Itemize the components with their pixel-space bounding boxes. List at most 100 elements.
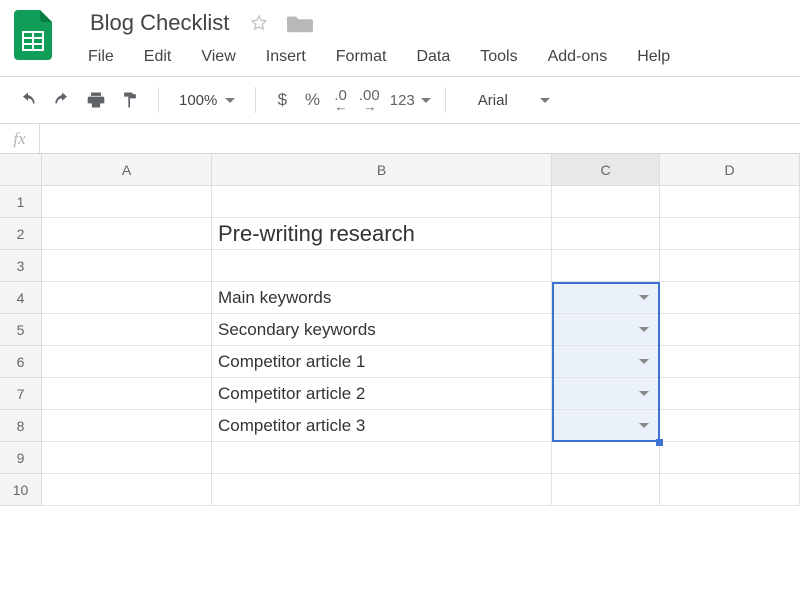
menu-edit[interactable]: Edit xyxy=(129,46,187,72)
cell-A10[interactable] xyxy=(42,474,212,506)
cell-A2[interactable] xyxy=(42,218,212,250)
menu-insert[interactable]: Insert xyxy=(251,46,321,72)
toolbar-separator xyxy=(445,87,446,113)
chevron-down-icon xyxy=(639,327,649,332)
column-header-C[interactable]: C xyxy=(552,154,660,186)
row-header[interactable]: 9 xyxy=(0,442,42,474)
font-selector[interactable]: Arial xyxy=(460,92,550,109)
chevron-down-icon xyxy=(639,359,649,364)
zoom-value: 100% xyxy=(179,92,217,109)
cell-D9[interactable] xyxy=(660,442,800,474)
cell-A4[interactable] xyxy=(42,282,212,314)
menu-view[interactable]: View xyxy=(186,46,250,72)
chevron-down-icon xyxy=(639,423,649,428)
format-currency-button[interactable]: $ xyxy=(270,90,294,110)
cell-D10[interactable] xyxy=(660,474,800,506)
chevron-down-icon xyxy=(225,98,235,103)
cell-C8-dropdown[interactable] xyxy=(552,410,660,442)
decrease-decimal-button[interactable]: .0← xyxy=(334,88,347,113)
cell-C2[interactable] xyxy=(552,218,660,250)
cell-D3[interactable] xyxy=(660,250,800,282)
cell-A7[interactable] xyxy=(42,378,212,410)
cell-B5[interactable]: Secondary keywords xyxy=(212,314,552,346)
star-icon[interactable] xyxy=(249,13,269,33)
cell-C10[interactable] xyxy=(552,474,660,506)
cell-D6[interactable] xyxy=(660,346,800,378)
cell-D8[interactable] xyxy=(660,410,800,442)
font-name: Arial xyxy=(478,92,508,109)
sheets-app-icon xyxy=(14,10,52,60)
cell-A6[interactable] xyxy=(42,346,212,378)
cell-C3[interactable] xyxy=(552,250,660,282)
toolbar: 100% $ % .0← .00→ 123 Arial xyxy=(0,76,800,124)
cell-B7[interactable]: Competitor article 2 xyxy=(212,378,552,410)
menu-data[interactable]: Data xyxy=(401,46,465,72)
redo-button[interactable] xyxy=(48,85,76,115)
cell-A5[interactable] xyxy=(42,314,212,346)
cell-C7-dropdown[interactable] xyxy=(552,378,660,410)
cell-D2[interactable] xyxy=(660,218,800,250)
cell-B8[interactable]: Competitor article 3 xyxy=(212,410,552,442)
row-header[interactable]: 1 xyxy=(0,186,42,218)
cell-B6[interactable]: Competitor article 1 xyxy=(212,346,552,378)
fx-icon: fx xyxy=(0,124,40,153)
title-area: Blog Checklist File Edit View Insert For… xyxy=(88,8,792,72)
row-header[interactable]: 3 xyxy=(0,250,42,282)
menu-file[interactable]: File xyxy=(88,46,129,72)
row-header[interactable]: 6 xyxy=(0,346,42,378)
row-header[interactable]: 5 xyxy=(0,314,42,346)
cell-B1[interactable] xyxy=(212,186,552,218)
row-header[interactable]: 2 xyxy=(0,218,42,250)
menu-tools[interactable]: Tools xyxy=(465,46,532,72)
menu-bar: File Edit View Insert Format Data Tools … xyxy=(88,38,792,72)
column-header-D[interactable]: D xyxy=(660,154,800,186)
menu-add-ons[interactable]: Add-ons xyxy=(533,46,623,72)
column-header-A[interactable]: A xyxy=(42,154,212,186)
cell-D1[interactable] xyxy=(660,186,800,218)
formula-bar: fx xyxy=(0,124,800,154)
chevron-down-icon xyxy=(639,295,649,300)
cell-C4-dropdown[interactable] xyxy=(552,282,660,314)
formula-input[interactable] xyxy=(40,124,800,153)
more-formats-button[interactable]: 123 xyxy=(390,92,431,109)
select-all-corner[interactable] xyxy=(0,154,42,186)
cell-B3[interactable] xyxy=(212,250,552,282)
chevron-down-icon xyxy=(540,98,550,103)
menu-help[interactable]: Help xyxy=(622,46,685,72)
row-header[interactable]: 10 xyxy=(0,474,42,506)
cell-D4[interactable] xyxy=(660,282,800,314)
zoom-selector[interactable]: 100% xyxy=(173,92,241,109)
cell-A3[interactable] xyxy=(42,250,212,282)
cell-A1[interactable] xyxy=(42,186,212,218)
chevron-down-icon xyxy=(639,391,649,396)
row-header[interactable]: 7 xyxy=(0,378,42,410)
cell-B10[interactable] xyxy=(212,474,552,506)
cell-C6-dropdown[interactable] xyxy=(552,346,660,378)
cell-B2[interactable]: Pre-writing research xyxy=(212,218,552,250)
column-header-B[interactable]: B xyxy=(212,154,552,186)
cell-C1[interactable] xyxy=(552,186,660,218)
folder-move-icon[interactable] xyxy=(287,13,313,33)
menu-format[interactable]: Format xyxy=(321,46,402,72)
print-button[interactable] xyxy=(82,85,110,115)
cell-B4[interactable]: Main keywords xyxy=(212,282,552,314)
cell-A8[interactable] xyxy=(42,410,212,442)
chevron-down-icon xyxy=(421,98,431,103)
cell-D7[interactable] xyxy=(660,378,800,410)
undo-button[interactable] xyxy=(14,85,42,115)
row-header[interactable]: 8 xyxy=(0,410,42,442)
toolbar-separator xyxy=(158,87,159,113)
cell-C9[interactable] xyxy=(552,442,660,474)
toolbar-separator xyxy=(255,87,256,113)
paint-format-button[interactable] xyxy=(116,85,144,115)
document-title[interactable]: Blog Checklist xyxy=(88,8,231,38)
format-percent-button[interactable]: % xyxy=(300,90,324,110)
cell-D5[interactable] xyxy=(660,314,800,346)
cell-C5-dropdown[interactable] xyxy=(552,314,660,346)
cell-A9[interactable] xyxy=(42,442,212,474)
increase-decimal-button[interactable]: .00→ xyxy=(359,88,380,113)
spreadsheet-grid[interactable]: A B C D 1 2 Pre-writing research 3 4 Mai… xyxy=(0,154,800,506)
cell-B9[interactable] xyxy=(212,442,552,474)
app-header: Blog Checklist File Edit View Insert For… xyxy=(0,0,800,72)
row-header[interactable]: 4 xyxy=(0,282,42,314)
